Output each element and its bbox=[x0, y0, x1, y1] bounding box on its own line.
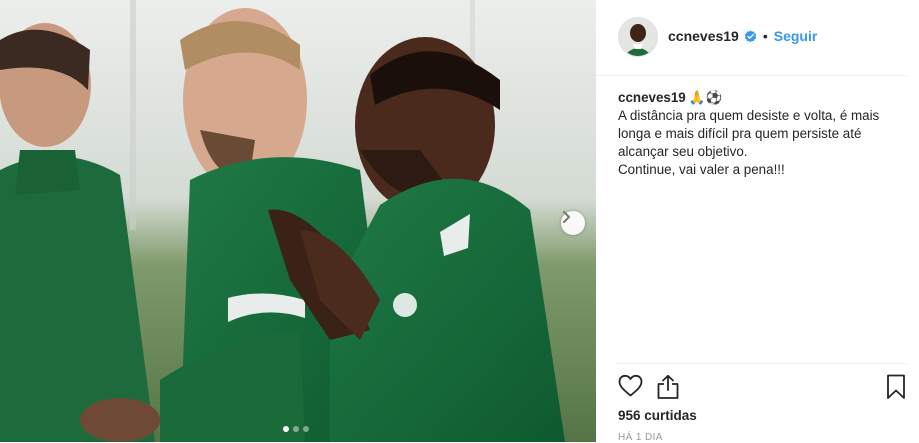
carousel-dot-active bbox=[283, 426, 289, 432]
caption-line: A distância pra quem desiste e volta, é … bbox=[618, 108, 880, 123]
post-caption: ccneves19 🙏⚽ A distância pra quem desiste… bbox=[618, 89, 904, 179]
post-header: ccneves19 • Seguir bbox=[596, 0, 907, 76]
caption-username[interactable]: ccneves19 bbox=[618, 90, 686, 105]
like-button[interactable] bbox=[618, 374, 643, 403]
avatar[interactable] bbox=[618, 17, 658, 57]
heart-icon bbox=[618, 374, 643, 397]
post-side-panel: ccneves19 • Seguir ccneves19 🙏⚽ A distânc… bbox=[596, 0, 919, 443]
verified-badge-icon bbox=[744, 30, 756, 42]
post-date[interactable]: HÁ 1 DIA bbox=[618, 432, 663, 443]
avatar-image bbox=[619, 18, 657, 56]
post-photo-image bbox=[0, 0, 596, 442]
carousel-dot bbox=[303, 426, 309, 432]
post-actions bbox=[618, 374, 908, 400]
likes-count[interactable]: 956 curtidas bbox=[618, 408, 697, 423]
username-link[interactable]: ccneves19 bbox=[668, 28, 739, 44]
share-icon bbox=[657, 374, 679, 399]
header-separator: • bbox=[762, 28, 768, 44]
caption-line: Continue, vai valer a pena!!! bbox=[618, 162, 785, 177]
post-photo[interactable] bbox=[0, 0, 596, 442]
caption-emojis: 🙏⚽ bbox=[688, 90, 723, 105]
carousel-indicator bbox=[283, 426, 309, 432]
share-button[interactable] bbox=[656, 374, 680, 405]
next-slide-button[interactable] bbox=[561, 211, 585, 235]
caption-line: longa e mais difícil pra quem persiste a… bbox=[618, 126, 862, 141]
bookmark-icon bbox=[887, 374, 905, 399]
carousel-dot bbox=[293, 426, 299, 432]
actions-divider bbox=[616, 363, 907, 364]
save-button[interactable] bbox=[886, 374, 906, 405]
caption-line: alcançar seu objetivo. bbox=[618, 144, 748, 159]
chevron-right-icon bbox=[563, 211, 570, 223]
follow-button[interactable]: Seguir bbox=[774, 28, 818, 44]
